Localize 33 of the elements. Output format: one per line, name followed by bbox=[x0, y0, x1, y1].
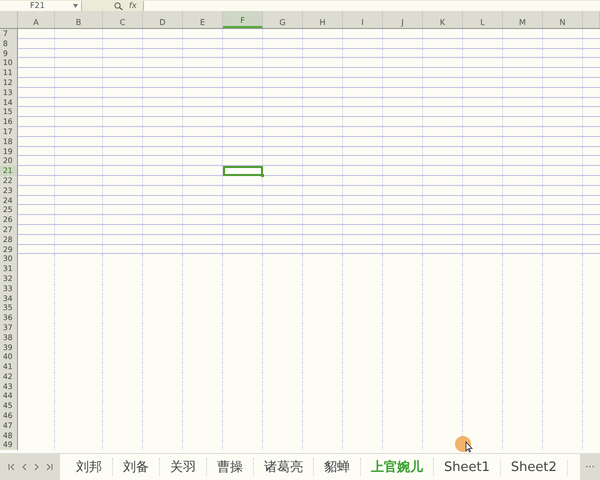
cell-reference: F21 bbox=[30, 0, 45, 10]
column-header[interactable]: N bbox=[543, 11, 583, 28]
sheet-tab[interactable]: 诸葛亮 bbox=[254, 458, 314, 476]
more-tabs-button[interactable]: ··· bbox=[580, 454, 600, 480]
zoom-icon[interactable] bbox=[114, 2, 123, 10]
formula-input[interactable] bbox=[142, 0, 600, 10]
column-header[interactable]: H bbox=[303, 11, 343, 28]
selected-cell[interactable] bbox=[223, 166, 263, 176]
sheet-tab[interactable]: Sheet2 bbox=[500, 460, 568, 474]
column-header[interactable]: J bbox=[383, 11, 423, 28]
column-header[interactable]: D bbox=[143, 11, 183, 28]
last-sheet-icon[interactable] bbox=[46, 463, 52, 471]
column-header[interactable]: I bbox=[343, 11, 383, 28]
column-header[interactable]: F bbox=[223, 11, 263, 28]
function-button[interactable]: fx bbox=[129, 0, 137, 10]
caret-icon[interactable] bbox=[73, 4, 78, 8]
sheet-tab[interactable]: Sheet1 bbox=[434, 460, 501, 474]
column-header[interactable]: C bbox=[103, 11, 143, 28]
column-header[interactable]: K bbox=[423, 11, 463, 28]
column-header[interactable]: B bbox=[55, 11, 103, 28]
next-sheet-icon[interactable] bbox=[34, 463, 38, 471]
column-header[interactable]: A bbox=[18, 11, 55, 28]
sheet-tab[interactable]: 刘备 bbox=[113, 458, 160, 476]
sheet-tab[interactable]: 曹操 bbox=[207, 458, 254, 476]
previous-sheet-icon[interactable] bbox=[22, 463, 26, 471]
column-header[interactable]: L bbox=[463, 11, 503, 28]
first-sheet-icon[interactable] bbox=[8, 463, 14, 471]
sheet-tab[interactable]: 刘邦 bbox=[66, 458, 113, 476]
column-header[interactable]: G bbox=[263, 11, 303, 28]
name-box[interactable]: F21 bbox=[0, 0, 82, 10]
sheet-tab[interactable]: 貂蝉 bbox=[314, 458, 361, 476]
column-header[interactable]: M bbox=[503, 11, 543, 28]
sheet-tab[interactable]: 关羽 bbox=[160, 458, 207, 476]
